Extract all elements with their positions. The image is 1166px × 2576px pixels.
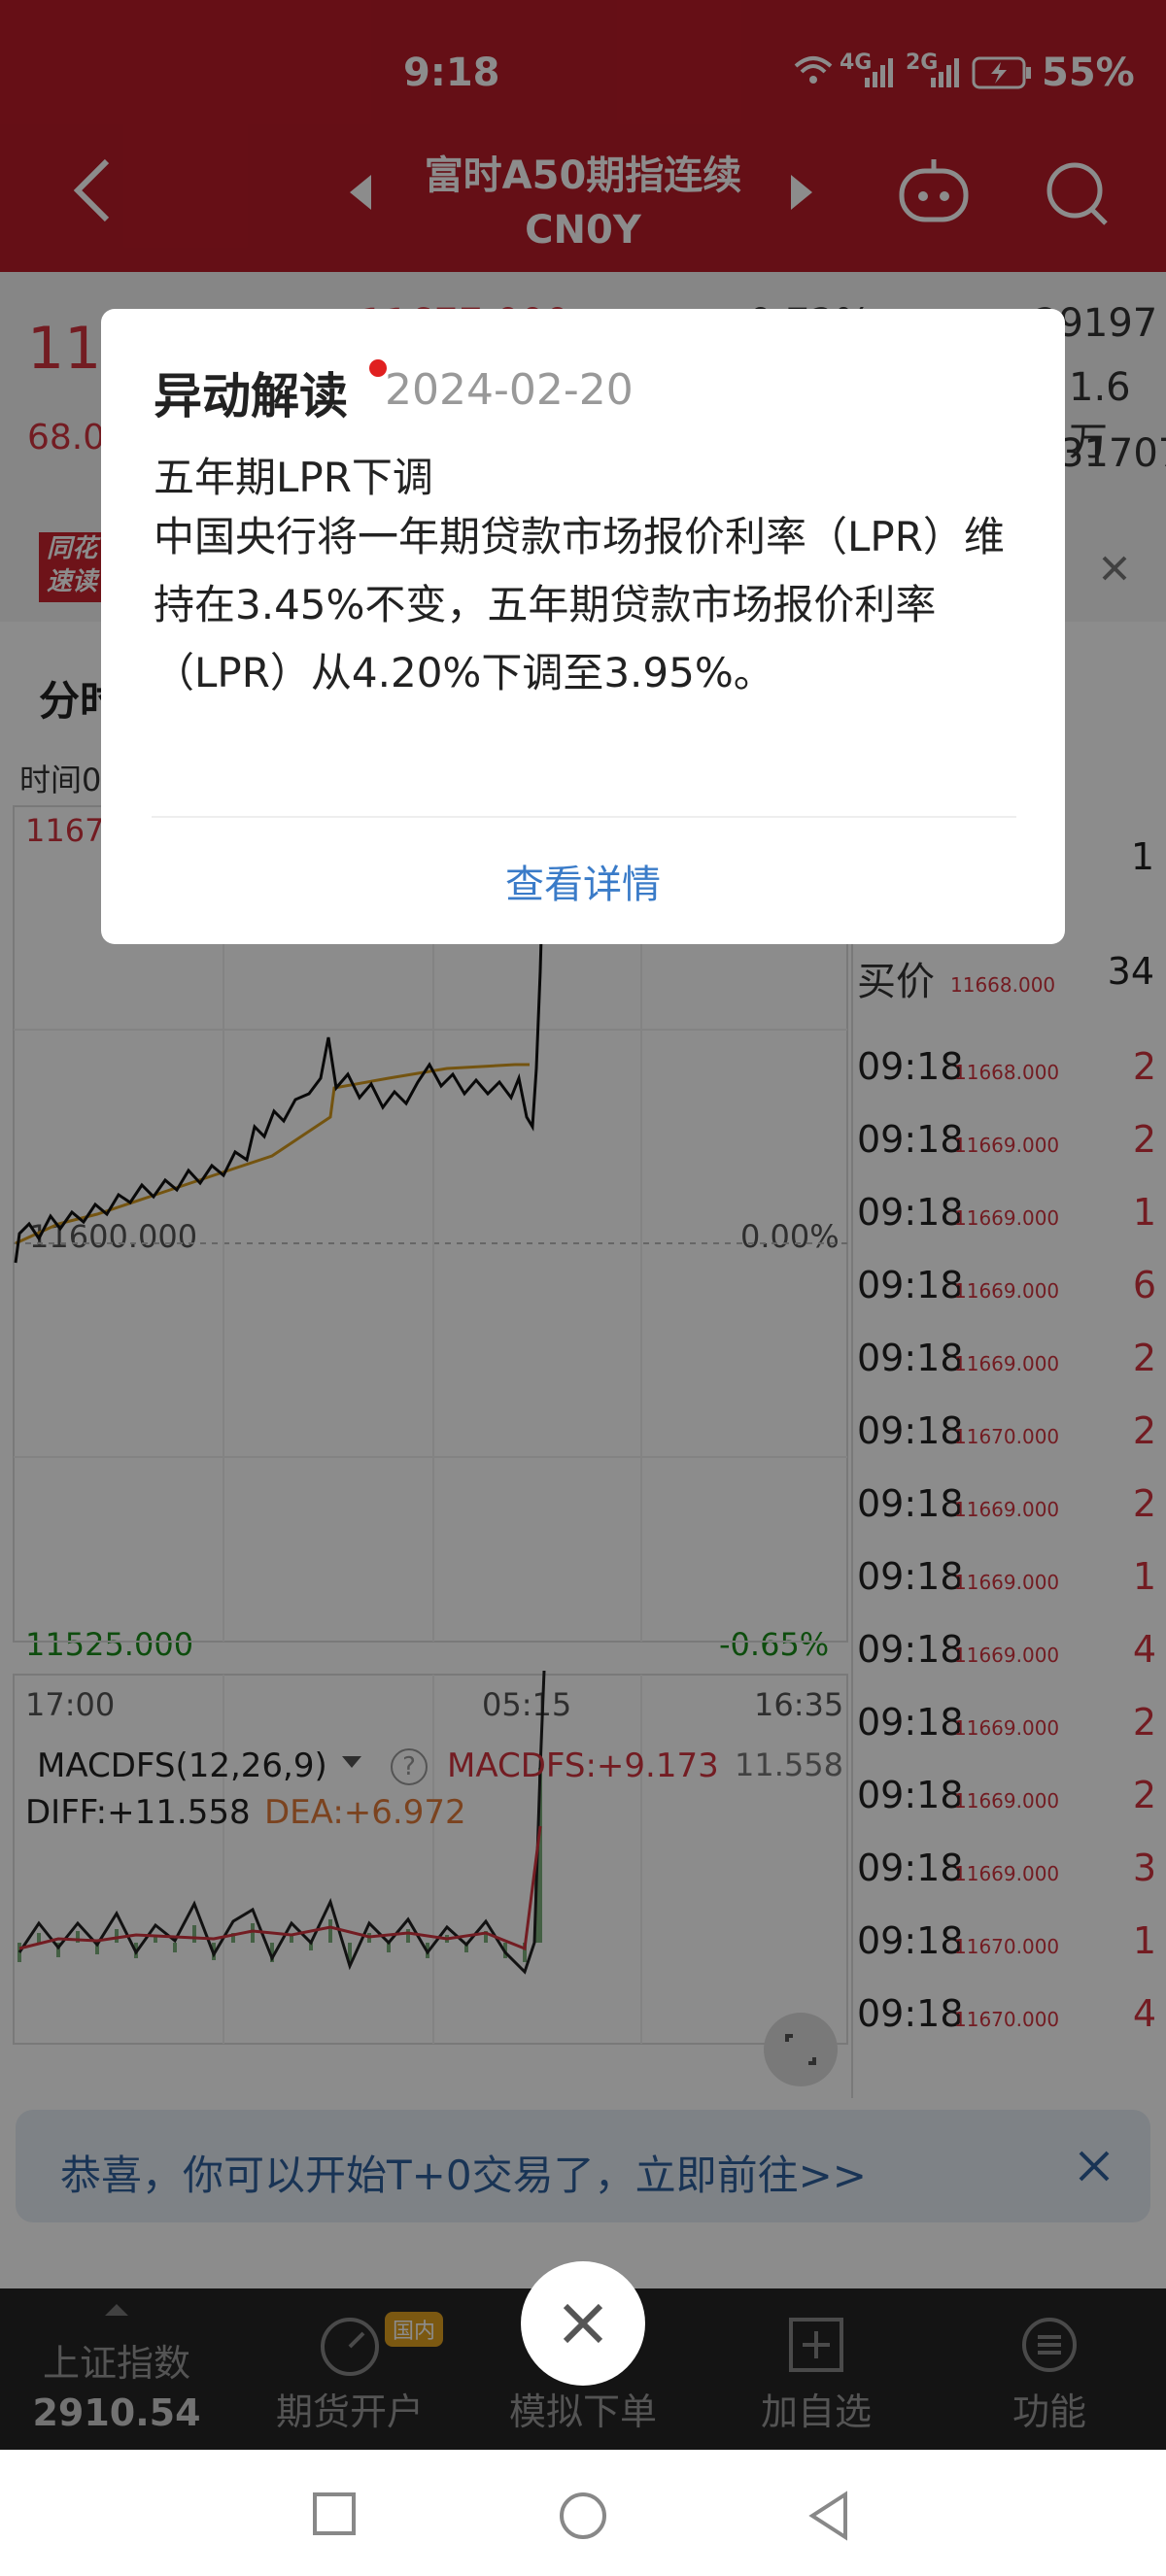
home-icon[interactable] xyxy=(558,2491,608,2545)
view-details-link[interactable]: 查看详情 xyxy=(101,853,1065,909)
dialog-divider xyxy=(152,816,1016,818)
close-dialog-button[interactable] xyxy=(521,2261,645,2386)
dialog-body: 中国央行将一年期贷款市场报价利率（LPR）维持在3.45%不变，五年期贷款市场报… xyxy=(154,513,1005,696)
system-nav-bar xyxy=(0,2450,1166,2576)
dialog-date: 2024-02-20 xyxy=(385,365,634,415)
dialog-headline: 五年期LPR下调 xyxy=(154,454,433,501)
back-nav-icon[interactable] xyxy=(806,2491,851,2545)
recent-apps-icon[interactable] xyxy=(311,2491,358,2541)
dialog-title: 异动解读 xyxy=(154,368,348,424)
anomaly-dialog: 异动解读 2024-02-20 五年期LPR下调 中国央行将一年期贷款市场报价利… xyxy=(101,309,1065,944)
close-icon xyxy=(563,2303,603,2344)
